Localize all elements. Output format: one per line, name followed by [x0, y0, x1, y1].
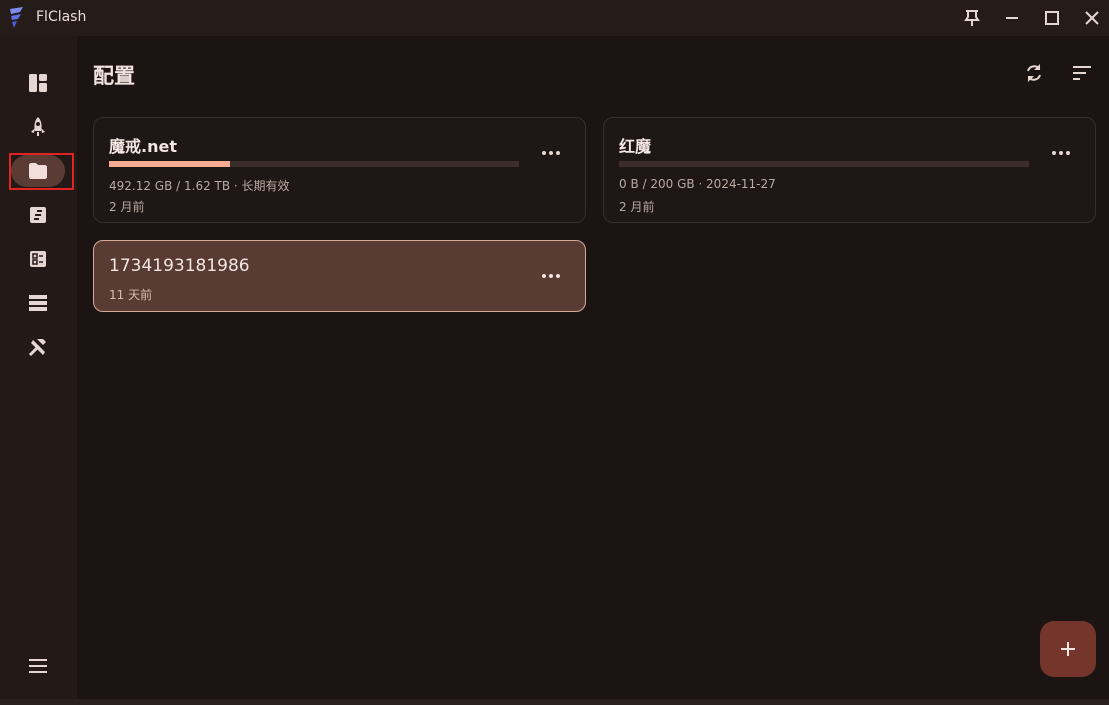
nav-tools[interactable] — [11, 331, 65, 363]
profile-card-selected[interactable]: 1734193181986 11 天前 — [93, 240, 586, 312]
log-icon — [30, 207, 46, 223]
usage-progress-bar — [109, 161, 519, 167]
more-button[interactable] — [536, 138, 566, 168]
minimize-button[interactable] — [992, 0, 1032, 36]
maximize-button[interactable] — [1032, 0, 1072, 36]
rocket-icon — [31, 117, 45, 136]
menu-icon — [29, 659, 47, 673]
dashboard-icon — [29, 74, 47, 92]
nav-dashboard[interactable] — [11, 67, 65, 99]
page-title: 配置 — [93, 64, 135, 88]
profile-name: 红魔 — [619, 137, 652, 156]
nav-proxies[interactable] — [11, 111, 65, 143]
resources-icon — [30, 251, 46, 267]
more-button[interactable] — [1046, 138, 1076, 168]
maximize-icon — [1045, 11, 1059, 25]
pin-button[interactable] — [952, 0, 992, 36]
window-bottom-edge — [0, 699, 1109, 705]
profile-name: 1734193181986 — [109, 256, 250, 276]
profile-card[interactable]: 红魔 0 B / 200 GB · 2024-11-27 2 月前 — [603, 117, 1096, 223]
add-profile-button[interactable] — [1040, 621, 1096, 677]
window-title: FlClash — [36, 9, 87, 25]
sort-button[interactable] — [1066, 57, 1098, 89]
title-bar: FlClash — [0, 0, 1109, 36]
sort-icon — [1073, 66, 1091, 80]
usage-progress-bar — [619, 161, 1029, 167]
pin-icon — [964, 10, 980, 26]
profile-card[interactable]: 魔戒.net 492.12 GB / 1.62 TB · 长期有效 2 月前 — [93, 117, 586, 223]
refresh-icon — [1027, 64, 1041, 82]
refresh-button[interactable] — [1018, 57, 1050, 89]
more-icon — [1052, 151, 1070, 155]
tools-icon — [28, 339, 46, 357]
close-icon — [1085, 11, 1099, 25]
sidebar — [0, 36, 77, 705]
nav-logs[interactable] — [11, 199, 65, 231]
profile-updated: 11 天前 — [109, 288, 153, 302]
more-button[interactable] — [536, 261, 566, 291]
profile-name: 魔戒.net — [109, 137, 177, 156]
nav-resources[interactable] — [11, 243, 65, 275]
profile-usage: 0 B / 200 GB · 2024-11-27 — [619, 177, 776, 191]
more-icon — [542, 274, 560, 278]
more-icon — [542, 151, 560, 155]
profile-updated: 2 月前 — [619, 200, 655, 214]
app-logo-icon — [10, 7, 23, 28]
add-icon — [1061, 642, 1075, 656]
profile-updated: 2 月前 — [109, 200, 145, 214]
selection-highlight — [9, 153, 74, 190]
connections-icon — [29, 295, 47, 311]
minimize-icon — [1006, 17, 1018, 19]
usage-progress-fill — [109, 161, 231, 167]
close-button[interactable] — [1072, 0, 1109, 36]
profile-usage: 492.12 GB / 1.62 TB · 长期有效 — [109, 179, 290, 193]
nav-connections[interactable] — [11, 287, 65, 319]
menu-button[interactable] — [24, 654, 52, 678]
